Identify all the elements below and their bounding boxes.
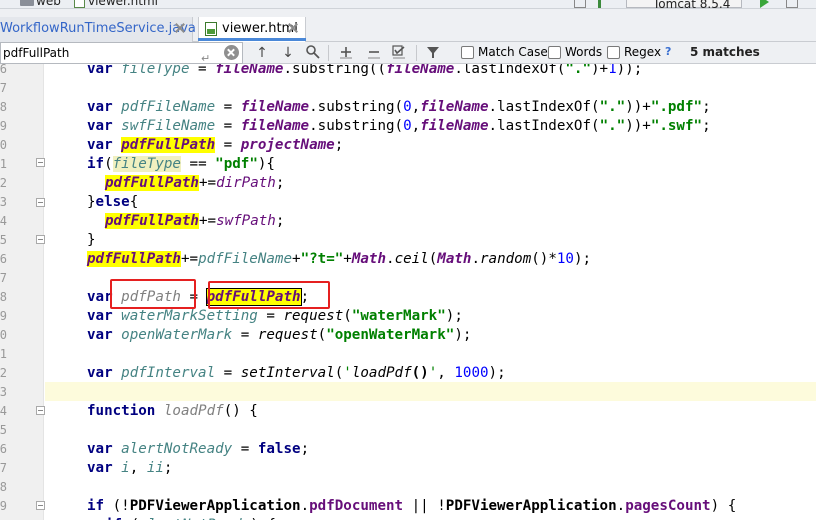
match-case-checkbox[interactable]: [461, 46, 474, 59]
regex-help-link[interactable]: ?: [665, 45, 671, 58]
find-all-icon[interactable]: [304, 44, 322, 62]
tab-label: WorkflowRunTimeService.java: [0, 21, 196, 36]
html-file-icon: [205, 22, 217, 36]
fold-marker-icon[interactable]: [36, 158, 45, 167]
code-line: var waterMarkSetting = request("waterMar…: [87, 308, 463, 324]
line-number: 6: [0, 252, 7, 266]
code-line: var pdfInterval = setInterval('loadPdf()…: [87, 365, 506, 381]
line-number: 0: [0, 516, 7, 520]
line-number: 7: [0, 271, 7, 285]
code-line: pdfFullPath+=pdfFileName+"?t="+Math.ceil…: [87, 251, 592, 267]
line-number: 8: [0, 480, 7, 494]
add-selection-icon[interactable]: [337, 44, 355, 62]
code-line: }else{: [87, 194, 139, 210]
match-case-label: Match Case: [478, 45, 548, 59]
words-label: Words: [565, 45, 603, 59]
editor-gutter: 6 7 8 9 0 1 2 3 4 5 6 7 8 9 0 1 2 3 4 5 …: [0, 64, 45, 520]
filter-icon[interactable]: [424, 44, 442, 62]
editor-tab-bar: WorkflowRunTimeService.java viewer.html: [0, 9, 816, 42]
run-icon[interactable]: [760, 0, 769, 8]
code-line: function loadPdf() {: [87, 403, 258, 419]
select-all-occurrences-icon[interactable]: [390, 44, 408, 62]
match-count: 5 matches: [690, 45, 760, 59]
search-query: pdfFullPath: [3, 46, 70, 60]
words-checkbox[interactable]: [548, 46, 561, 59]
close-icon[interactable]: [174, 22, 186, 34]
line-number: 0: [0, 328, 7, 342]
toolbar-separator: [328, 45, 329, 61]
code-line: var i, ii;: [87, 460, 173, 476]
line-number: 7: [0, 81, 7, 95]
previous-occurrence-button[interactable]: ↑: [253, 44, 271, 62]
code-line: if (!PDFViewerApplication.pdfDocument ||…: [87, 498, 737, 514]
active-tab-indicator: [198, 38, 306, 41]
code-line: var pdfFileName = fileName.substring(0,f…: [87, 99, 711, 115]
code-line: var alertNotReady = false;: [87, 441, 310, 457]
annotation-box-pdffullpath: [208, 281, 330, 309]
close-icon[interactable]: [287, 22, 299, 34]
code-line: if (alertNotReady) {: [105, 516, 276, 520]
code-line: var fileType = fileName.substring((fileN…: [87, 64, 643, 77]
fold-marker-icon[interactable]: [36, 406, 45, 415]
code-line: pdfFullPath+=dirPath;: [105, 175, 285, 191]
hammer-icon[interactable]: [598, 0, 610, 8]
code-editor[interactable]: 6 7 8 9 0 1 2 3 4 5 6 7 8 9 0 1 2 3 4 5 …: [0, 64, 816, 520]
code-line: if(fileType == "pdf"){: [87, 156, 275, 172]
line-number: 2: [0, 366, 7, 380]
code-line: }: [87, 232, 96, 248]
find-bar: pdfFullPath ↵ ↑ ↓ Match Case Words Regex…: [0, 42, 816, 65]
line-number: 1: [0, 347, 7, 361]
line-numbers: 6 7 8 9 0 1 2 3 4 5 6 7 8 9 0 1 2 3 4 5 …: [0, 64, 10, 520]
fold-marker-icon[interactable]: [36, 501, 45, 510]
regex-checkbox[interactable]: [607, 46, 620, 59]
line-number: 5: [0, 233, 7, 247]
line-number: 8: [0, 100, 7, 114]
line-number: 3: [0, 195, 7, 209]
navigation-bar: web viewer.html Tomcat 8.5.4: [0, 0, 816, 9]
code-line: var pdfFullPath = projectName;: [87, 137, 344, 153]
breadcrumb-folder[interactable]: web: [36, 0, 61, 8]
line-number: 6: [0, 442, 7, 456]
line-number: 8: [0, 290, 7, 304]
search-input[interactable]: pdfFullPath ↵: [0, 42, 243, 65]
breadcrumb-file[interactable]: viewer.html: [88, 0, 158, 8]
layout-icon[interactable]: [574, 0, 586, 8]
line-number: 4: [0, 404, 7, 418]
line-number: 0: [0, 138, 7, 152]
clear-search-icon[interactable]: [224, 45, 239, 60]
line-number: 4: [0, 214, 7, 228]
code-line: pdfFullPath+=swfPath;: [105, 213, 285, 229]
regex-label: Regex: [624, 45, 662, 59]
line-number: 1: [0, 157, 7, 171]
run-configuration-select[interactable]: Tomcat 8.5.4: [626, 0, 742, 8]
fold-marker-icon[interactable]: [36, 235, 45, 244]
next-occurrence-button[interactable]: ↓: [279, 44, 297, 62]
code-line: var swfFileName = fileName.substring(0,f…: [87, 118, 711, 134]
annotation-box-pdfpath: [110, 279, 196, 309]
line-number: 3: [0, 385, 7, 399]
line-number: 6: [0, 64, 7, 76]
toolbar-separator: [416, 45, 417, 61]
code-line: var openWaterMark = request("openWaterMa…: [87, 327, 472, 343]
line-number: 7: [0, 461, 7, 475]
folder-icon: [20, 0, 34, 6]
line-number: 5: [0, 423, 7, 437]
debug-icon[interactable]: [786, 0, 798, 8]
line-number: 9: [0, 499, 7, 513]
tab-workflow-runtime-service[interactable]: WorkflowRunTimeService.java: [0, 17, 196, 42]
fold-marker-icon[interactable]: [36, 198, 45, 207]
remove-selection-icon[interactable]: [365, 44, 383, 62]
line-number: 9: [0, 119, 7, 133]
html-file-icon: [74, 0, 85, 8]
line-number: 9: [0, 309, 7, 323]
line-number: 2: [0, 176, 7, 190]
